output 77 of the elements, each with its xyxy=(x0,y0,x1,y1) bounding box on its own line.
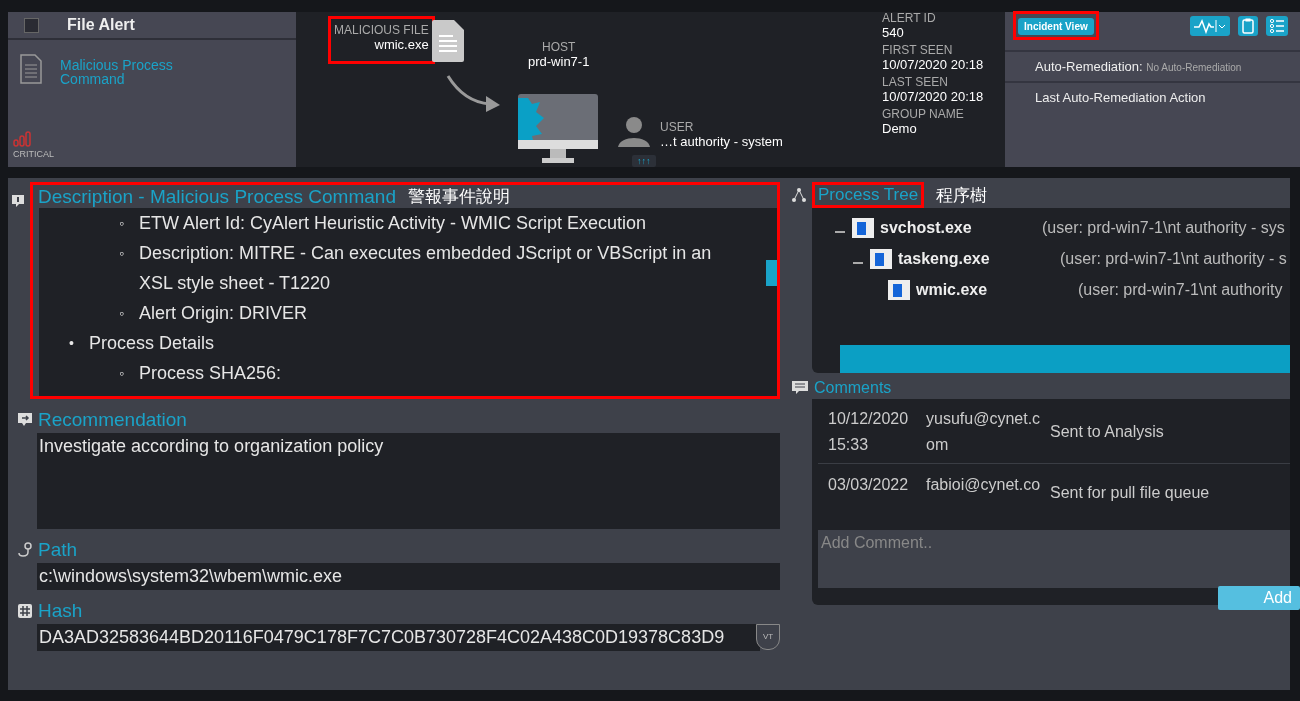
tree-icon xyxy=(792,188,806,202)
recommendation-icon xyxy=(18,413,32,427)
annotation-text: 警報事件說明 xyxy=(407,186,510,208)
section-title: Process Tree xyxy=(818,185,919,205)
field-label: FIRST SEEN xyxy=(882,44,954,57)
process-icon xyxy=(852,217,874,238)
comment-text: Sent to Analysis xyxy=(1050,423,1164,441)
field-label: USER xyxy=(660,120,695,134)
activity-dropdown-icon[interactable] xyxy=(1190,16,1230,36)
comment-input[interactable]: Add Comment.. xyxy=(818,530,1290,588)
expand-button[interactable]: ↑↑↑ xyxy=(632,155,656,167)
incident-view-button[interactable]: Incident View xyxy=(1018,17,1094,35)
list-icon[interactable] xyxy=(1266,16,1288,36)
description-item: ETW Alert Id: CyAlert Heuristic Activity - WMIC Script Execution xyxy=(139,212,647,235)
hash-value: DA3AD32583644BD20116F0479C178F7C7C0B730728F4C02A438C0D19378C83D9 xyxy=(37,624,760,651)
process-name[interactable]: svchost.exe xyxy=(880,218,972,237)
process-icon xyxy=(888,279,910,300)
field-label: MALICIOUS FILE xyxy=(334,23,429,37)
annotation-text: 程序樹 xyxy=(936,184,988,207)
severity-icon xyxy=(13,131,31,147)
path-icon xyxy=(18,542,32,558)
bullet: ◦ xyxy=(119,304,125,323)
field-label: HOST xyxy=(542,40,576,54)
alert-title: File Alert xyxy=(67,16,135,34)
bullet: • xyxy=(69,334,75,353)
checkbox[interactable] xyxy=(24,17,39,33)
process-user: (user: prd-win7-1\nt authority xyxy=(1078,280,1283,299)
process-name[interactable]: taskeng.exe xyxy=(898,249,990,268)
bullet: ◦ xyxy=(119,214,125,233)
hash-icon xyxy=(18,604,32,618)
comment-text: Sent for pull file queue xyxy=(1050,484,1210,502)
section-title: Comments xyxy=(814,379,892,397)
monitor-icon xyxy=(518,94,598,166)
path-value: c:\windows\system32\wbem\wmic.exe xyxy=(37,563,780,590)
field-value: 540 xyxy=(882,25,905,41)
comment-time: 15:33 xyxy=(828,435,870,455)
process-user: (user: prd-win7-1\nt authority - sys xyxy=(1042,218,1285,237)
field-label: ALERT ID xyxy=(882,12,937,25)
field-label: GROUP NAME xyxy=(882,108,965,121)
person-icon xyxy=(618,115,650,147)
process-icon xyxy=(870,248,892,269)
scrollbar[interactable] xyxy=(840,345,1290,373)
field-value: Demo xyxy=(882,121,918,137)
auto-remediation-status: Auto-Remediation: No Auto-Remediation xyxy=(1005,52,1300,83)
alert-type-link[interactable]: Malicious Process Command xyxy=(60,58,190,86)
file-icon xyxy=(432,20,464,62)
description-item: Description: MITRE - Can executes embedded JScript or VBScript in an XSL style sheet - T1220 xyxy=(139,242,713,295)
section-title: Path xyxy=(38,539,78,561)
description-item: Process SHA256: xyxy=(139,362,282,385)
document-icon xyxy=(20,54,42,84)
comment-author: fabioi@cynet.co xyxy=(926,475,1042,495)
process-name[interactable]: wmic.exe xyxy=(916,280,988,299)
description-item: Alert Origin: DRIVER xyxy=(139,302,308,325)
section-title: Description - Malicious Process Command xyxy=(38,185,396,208)
bullet: ◦ xyxy=(119,244,125,263)
last-action-label: Last Auto-Remediation Action xyxy=(1034,89,1207,105)
info-icon xyxy=(12,194,24,208)
scrollbar-thumb[interactable] xyxy=(766,260,777,286)
bullet: ◦ xyxy=(119,364,125,383)
field-label: LAST SEEN xyxy=(882,76,949,89)
comment-date: 10/12/2020 xyxy=(828,409,910,429)
description-item: Process Details xyxy=(89,332,215,355)
file-name: wmic.exe xyxy=(374,37,429,52)
section-title: Recommendation xyxy=(38,409,187,431)
process-user: (user: prd-win7-1\nt authority - s xyxy=(1060,249,1287,268)
comment-author: yusufu@cynet.com xyxy=(926,409,1042,455)
field-value: 10/07/2020 20:18 xyxy=(882,57,984,73)
user-name: …t authority - system xyxy=(660,134,783,149)
field-value: 10/07/2020 20:18 xyxy=(882,89,984,105)
recommendation-text: Investigate according to organization policy xyxy=(37,433,780,529)
clipboard-icon[interactable] xyxy=(1238,16,1258,36)
section-title: Hash xyxy=(38,600,83,622)
virustotal-badge[interactable]: VT xyxy=(756,623,780,650)
host-name: prd-win7-1 xyxy=(528,54,590,69)
arrow-icon xyxy=(446,74,501,114)
severity-label: CRITICAL xyxy=(13,149,54,159)
comment-date: 03/03/2022 xyxy=(828,475,910,495)
